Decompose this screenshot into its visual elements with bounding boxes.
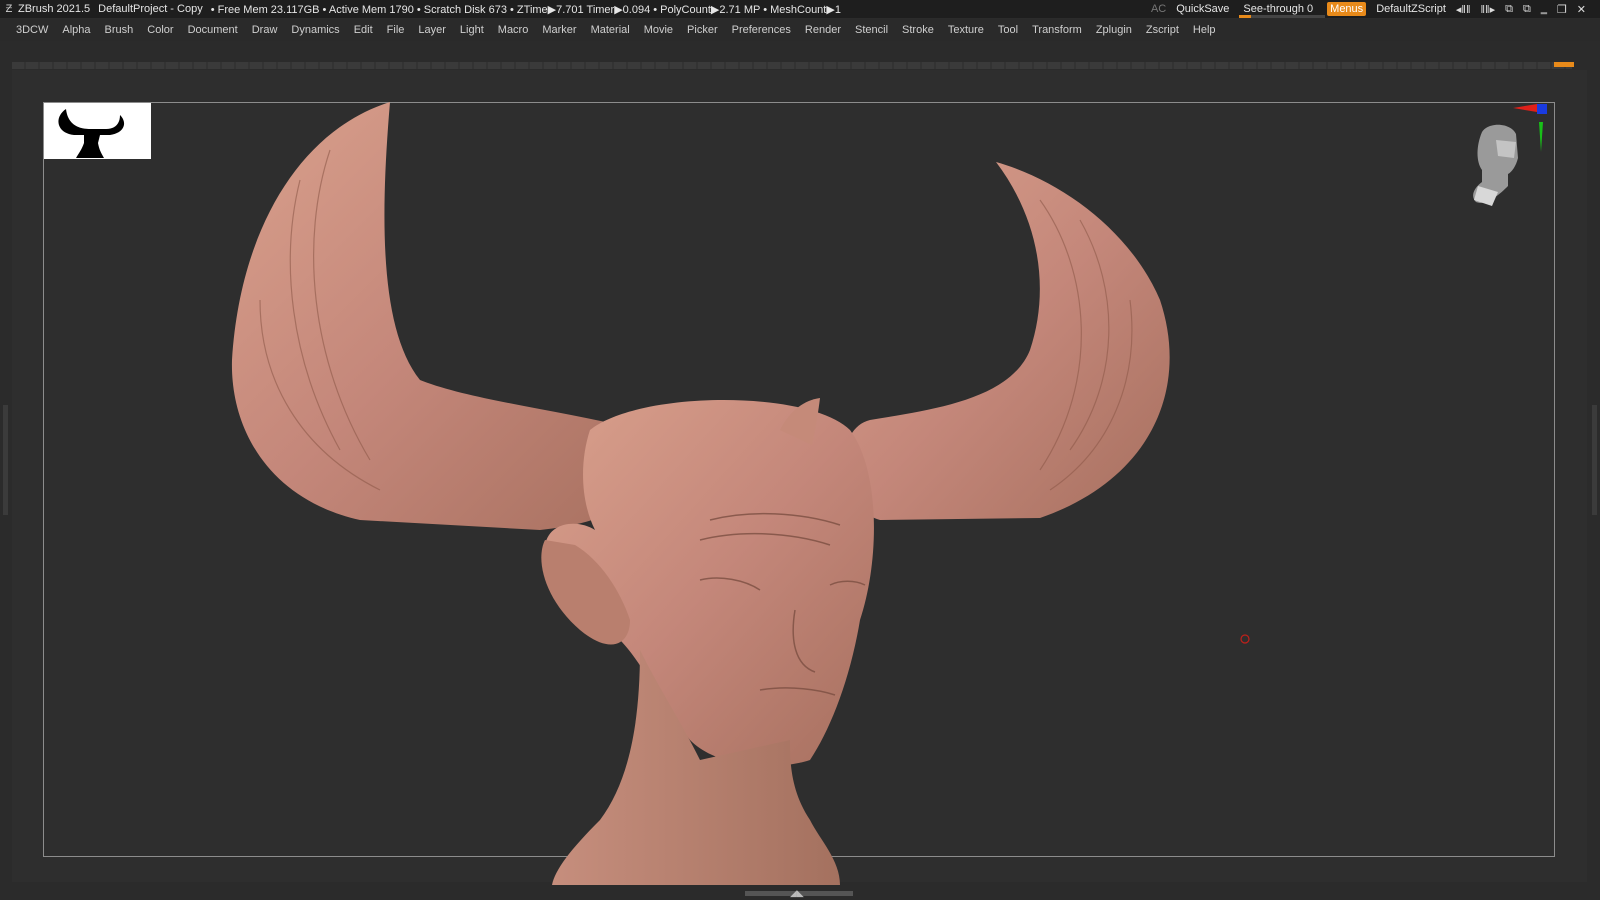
sculpt-model[interactable] xyxy=(0,0,1600,900)
brush-cursor-icon xyxy=(1240,634,1250,644)
head-orientation-gizmo-icon[interactable] xyxy=(1468,122,1528,207)
bottom-tray-arrow-icon[interactable]: ◢◣ xyxy=(790,888,804,899)
right-horn xyxy=(844,162,1170,520)
